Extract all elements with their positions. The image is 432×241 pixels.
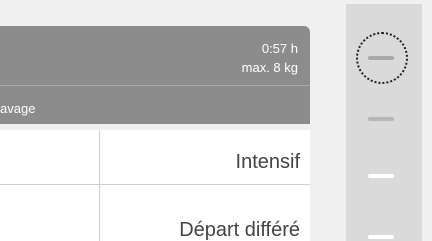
program-duration: 0:57 h <box>261 41 298 56</box>
rail-item-4-dash-icon[interactable] <box>368 235 394 239</box>
rail-item-3-dash-icon[interactable] <box>368 174 394 178</box>
rail-item-2-dash-icon[interactable] <box>368 117 394 121</box>
screen: 0:57 h max. 8 kg avage Intensif Départ d… <box>0 0 432 241</box>
program-header: 0:57 h max. 8 kg <box>0 26 310 86</box>
rail-item-1-dash-icon[interactable] <box>368 56 394 60</box>
option-row-left-cell <box>0 185 100 241</box>
option-row-intensif[interactable]: Intensif <box>0 130 310 185</box>
program-subtitle: avage <box>0 101 36 116</box>
program-subheader <box>0 86 310 124</box>
option-row-left-cell <box>0 130 100 184</box>
option-label-delayed-start: Départ différé <box>179 219 300 241</box>
option-row-delayed-start[interactable]: Départ différé <box>0 185 310 241</box>
option-label-intensif: Intensif <box>235 151 300 173</box>
program-max-load: max. 8 kg <box>241 60 298 75</box>
